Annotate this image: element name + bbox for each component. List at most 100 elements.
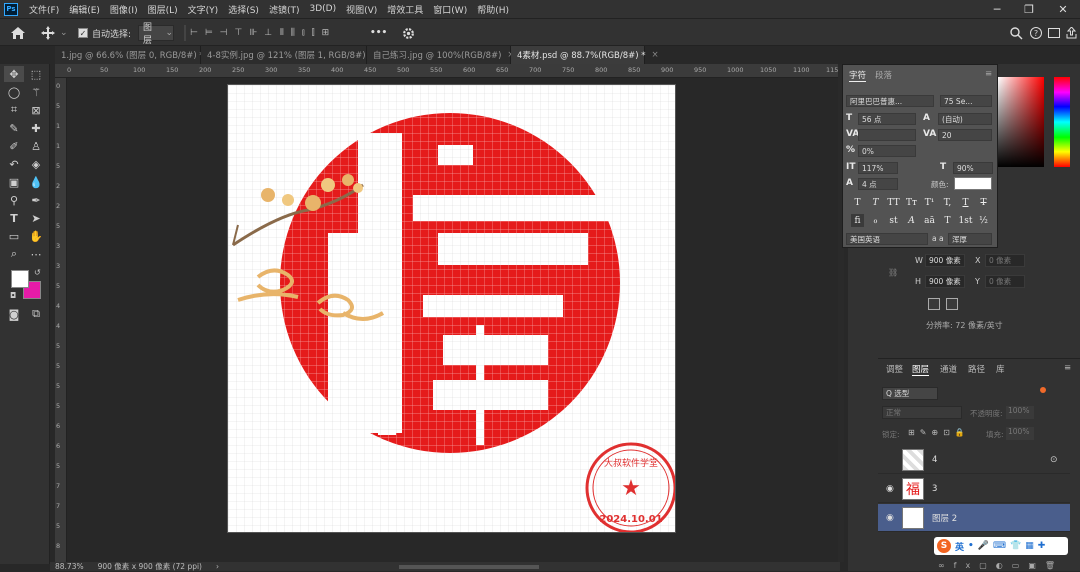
tab-4-material-psd[interactable]: 4素材.psd @ 88.7%(RGB/8#) * × — [511, 46, 659, 64]
fill-field[interactable]: 100% — [1006, 427, 1034, 440]
chevron-down-icon[interactable]: ⌄ — [60, 25, 68, 41]
zoom-level[interactable]: 88.73% — [55, 562, 84, 571]
tab-practice[interactable]: 自己练习.jpg @ 100%(RGB/8#)× — [367, 46, 515, 64]
leading-field[interactable]: (自动) — [938, 113, 992, 125]
menu-type[interactable]: 文字(Y) — [183, 3, 224, 16]
stylistic-alternates-button[interactable]: aā — [923, 214, 936, 227]
faux-italic-button[interactable]: T — [869, 196, 882, 209]
y-field[interactable]: 0 像素 — [985, 275, 1025, 288]
color-picker-field[interactable] — [998, 77, 1044, 167]
menu-view[interactable]: 视图(V) — [341, 3, 382, 16]
ime-toolbar[interactable]: S 英 • 🎤 ⌨ 👕 ▦ ✚ — [934, 537, 1068, 555]
menu-layer[interactable]: 图层(L) — [143, 3, 183, 16]
width-field[interactable]: 900 像素 — [925, 254, 965, 267]
hand-tool-icon[interactable]: ✋ — [26, 228, 46, 244]
screen-mode-icon[interactable]: ⧉ — [26, 306, 46, 322]
ime-punctuation-icon[interactable]: • — [968, 541, 974, 551]
menu-image[interactable]: 图像(I) — [105, 3, 143, 16]
ime-voice-icon[interactable]: 🎤 — [978, 541, 989, 551]
font-size-field[interactable]: 56 点 — [858, 113, 916, 125]
font-family-dropdown[interactable]: 阿里巴巴普惠... — [846, 95, 934, 107]
tab-paragraph[interactable]: 段落 — [875, 69, 892, 81]
all-caps-button[interactable]: TT — [887, 196, 900, 209]
lasso-tool-icon[interactable]: ◯ — [4, 84, 24, 100]
gradient-tool-icon[interactable]: ▣ — [4, 174, 24, 190]
dodge-tool-icon[interactable]: ⚲ — [4, 192, 24, 208]
distribute-buttons-group[interactable]: ⫴⫼⫾⫿⊞ — [280, 25, 336, 41]
more-tools-icon[interactable]: ⋯ — [26, 246, 46, 262]
panel-menu-icon[interactable]: ≡ — [1064, 363, 1071, 373]
ime-toolbox-icon[interactable]: ▦ — [1025, 541, 1034, 551]
document-canvas[interactable]: ★ 大叔软件学堂 2024.10.01 — [227, 84, 676, 533]
contextual-alternates-button[interactable]: st — [887, 214, 900, 227]
swap-colors-icon[interactable]: ↺ — [34, 268, 41, 277]
layer-row-4[interactable]: 4 ⊙ — [878, 446, 1070, 474]
move-tool-icon[interactable]: ✥ — [4, 66, 24, 82]
menu-file[interactable]: 文件(F) — [24, 3, 64, 16]
rectangle-tool-icon[interactable]: ▭ — [4, 228, 24, 244]
zoom-tool-icon[interactable]: ⌕ — [4, 246, 24, 262]
move-tool-icon[interactable] — [40, 25, 56, 41]
menu-help[interactable]: 帮助(H) — [472, 3, 514, 16]
link-icon[interactable]: ⛓ — [888, 268, 898, 277]
height-field[interactable]: 900 像素 — [925, 275, 965, 288]
tab-layers[interactable]: 图层 — [912, 363, 930, 376]
eraser-icon[interactable]: ◈ — [26, 156, 46, 172]
fractions-button[interactable]: ½ — [977, 214, 990, 227]
blur-tool-icon[interactable]: 💧 — [26, 174, 46, 190]
blend-mode-dropdown[interactable]: 正常 — [882, 406, 962, 419]
tab-1-jpg[interactable]: 1.jpg @ 66.6% (图层 0, RGB/8#) *× — [55, 46, 217, 64]
small-caps-button[interactable]: Tт — [905, 196, 918, 209]
healing-brush-icon[interactable]: ✚ — [26, 120, 46, 136]
vertical-scale-field[interactable]: 117% — [858, 162, 898, 174]
history-brush-icon[interactable]: ↶ — [4, 156, 24, 172]
tab-channels[interactable]: 通道 — [940, 363, 957, 375]
ime-language[interactable]: 英 — [955, 540, 964, 553]
swash-button[interactable]: A — [905, 214, 918, 227]
gear-icon[interactable] — [402, 25, 415, 41]
eyedropper-icon[interactable]: ✎ — [4, 120, 24, 136]
path-selection-icon[interactable]: ➤ — [26, 210, 46, 226]
text-color-swatch[interactable] — [954, 177, 992, 190]
menu-3d[interactable]: 3D(D) — [304, 4, 341, 14]
baseline-shift-field[interactable]: 4 点 — [858, 178, 898, 190]
pen-tool-icon[interactable]: ✒ — [26, 192, 46, 208]
tab-adjustments[interactable]: 调整 — [886, 363, 903, 375]
quick-mask-icon[interactable]: ◙ — [4, 306, 24, 322]
kerning-field[interactable] — [858, 129, 916, 141]
superscript-button[interactable]: T¹ — [923, 196, 936, 209]
ime-skin-icon[interactable]: 👕 — [1010, 541, 1021, 551]
ruler-horizontal[interactable]: 0 50 100 150 200 250 300 350 400 450 500 550 600 650 7… — [55, 64, 840, 78]
menu-select[interactable]: 选择(S) — [223, 3, 264, 16]
ruler-vertical[interactable]: 0 5 1 1 5 2 2 5 3 3 5 4 4 5 5 5 5 6 6 5 7 7 5 8 — [55, 78, 67, 562]
horizontal-scrollbar[interactable] — [398, 564, 539, 569]
auto-select-checkbox[interactable]: ✓ — [78, 25, 88, 41]
tsume-field[interactable]: 0% — [858, 145, 916, 157]
menu-plugins[interactable]: 增效工具 — [382, 3, 428, 16]
discretionary-ligatures-button[interactable]: ℴ — [869, 214, 882, 227]
close-button[interactable]: ✕ — [1048, 0, 1078, 18]
brush-tool-icon[interactable]: ✐ — [4, 138, 24, 154]
ime-more-icon[interactable]: ✚ — [1038, 541, 1046, 551]
subscript-button[interactable]: T, — [941, 196, 954, 209]
menu-edit[interactable]: 编辑(E) — [64, 3, 105, 16]
marquee-tool-icon[interactable]: ⬚ — [26, 66, 46, 82]
layer-actions-icons[interactable]: ∞fx▢◐▭▣🗑 — [938, 561, 1064, 570]
layer-row-layer-2[interactable]: ◉ 图层 2 — [878, 504, 1070, 532]
eye-icon[interactable]: ◉ — [886, 513, 894, 523]
minimize-button[interactable]: ─ — [982, 0, 1012, 18]
auto-select-dropdown[interactable]: 图层 ⌄ — [138, 23, 174, 46]
magic-wand-icon[interactable]: ⚚ — [26, 84, 46, 100]
flip-vertical-icon[interactable] — [946, 298, 958, 310]
more-options-button[interactable]: ••• — [370, 25, 387, 41]
status-arrow-icon[interactable]: › — [216, 562, 219, 571]
opacity-field[interactable]: 100% — [1006, 406, 1034, 419]
default-colors-icon[interactable]: ◘ — [10, 291, 16, 300]
x-field[interactable]: 0 像素 — [985, 254, 1025, 267]
flip-horizontal-icon[interactable] — [928, 298, 940, 310]
tab-character[interactable]: 字符 — [849, 69, 867, 82]
search-icon[interactable] — [1010, 25, 1023, 41]
home-icon[interactable] — [10, 25, 26, 41]
filter-toggle-icon[interactable] — [1040, 387, 1046, 393]
layer-filter-dropdown[interactable]: Q 选型 — [882, 387, 938, 400]
